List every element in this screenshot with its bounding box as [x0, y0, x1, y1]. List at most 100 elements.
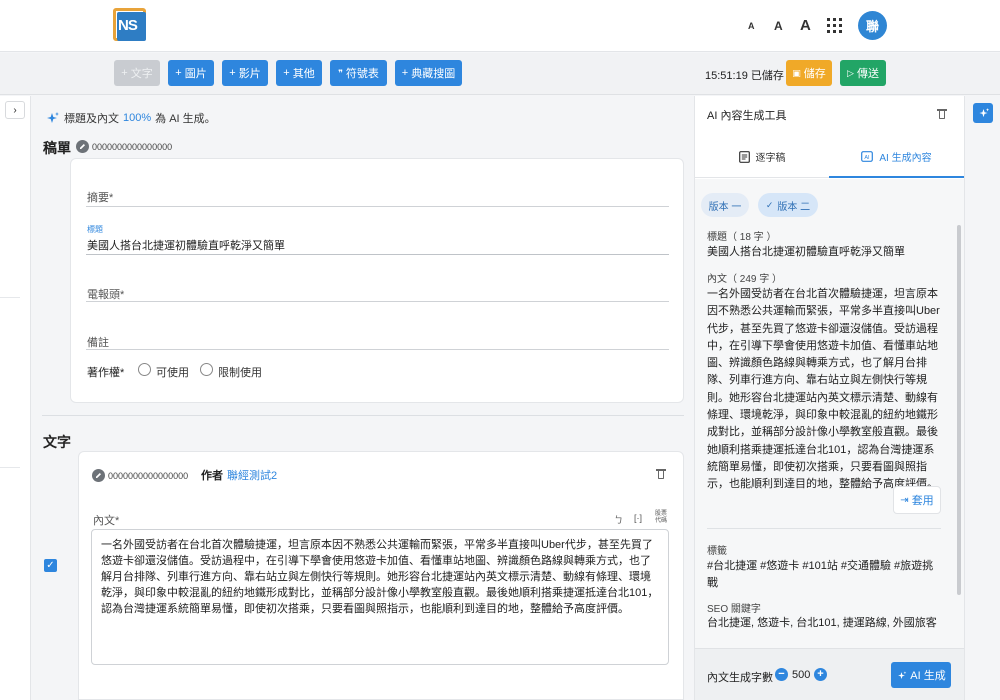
- tags-value: #台北捷運 #悠遊卡 #101站 #交通體驗 #旅遊挑戰: [707, 560, 934, 590]
- copyright-usable-label: 可使用: [156, 367, 189, 379]
- length-label: 內文生成字數: [707, 672, 773, 684]
- ai-sparkle-icon: [978, 108, 989, 118]
- logo-text: NS: [118, 17, 138, 34]
- ai-generated-note: 標題及內文 100% 為 AI 生成。: [44, 110, 216, 126]
- copyright-restricted-label: 限制使用: [218, 367, 262, 379]
- tab-transcript-label: 逐字稿: [755, 153, 786, 164]
- rail-divider: [0, 297, 20, 298]
- body-textarea[interactable]: 一名外國受訪者在台北首次體驗捷運，坦言原本因不熟悉公共運輸而緊張，平常多半直接叫…: [91, 529, 669, 665]
- panel-title-label: 標題（ 18 字 ）: [707, 232, 777, 243]
- text-section-title: 文字: [43, 434, 71, 450]
- telegram-label: 電報頭*: [87, 289, 125, 301]
- archive-search-label: 典藏搜圖: [411, 68, 456, 80]
- save-icon: ▣: [792, 67, 801, 78]
- add-video-button[interactable]: + 影片: [222, 60, 268, 86]
- summary-input[interactable]: [86, 206, 669, 207]
- add-text-button[interactable]: + 文字: [114, 60, 160, 86]
- apply-label: 套用: [911, 495, 934, 507]
- ai-panel-toggle-button[interactable]: [973, 103, 993, 123]
- app-logo[interactable]: NS: [113, 8, 146, 41]
- summary-label: 摘要*: [87, 192, 114, 204]
- add-other-button[interactable]: + 其他: [276, 60, 322, 86]
- top-header: NS A A A 聯: [0, 0, 1000, 52]
- pencil-icon[interactable]: [76, 140, 89, 153]
- panel-title-value: 美國人搭台北捷運初體驗直呼乾淨又簡單: [707, 246, 905, 258]
- author-label: 作者: [201, 470, 223, 482]
- length-decrease-button[interactable]: −: [775, 668, 788, 681]
- version-2-chip[interactable]: ✓ 版本 二: [758, 193, 818, 217]
- tab-ai-content-label: AI 生成內容: [879, 152, 932, 164]
- length-increase-button[interactable]: +: [814, 668, 827, 681]
- zhuyin-tool-icon[interactable]: ㄅ: [614, 513, 623, 526]
- send-label: 傳送: [856, 68, 879, 80]
- save-status: 15:51:19 已儲存: [705, 70, 784, 82]
- title-input[interactable]: 美國人搭台北捷運初體驗直呼乾淨又簡單: [87, 237, 285, 253]
- ai-note-suffix: 為 AI 生成。: [155, 113, 216, 125]
- pencil-icon[interactable]: [92, 469, 105, 482]
- telegram-input[interactable]: [86, 301, 669, 302]
- seo-label: SEO 關鍵字: [707, 604, 761, 615]
- add-other-label: 其他: [292, 68, 315, 80]
- copyright-restricted-radio[interactable]: [200, 363, 213, 376]
- seo-value: 台北捷運, 悠遊卡, 台北101, 捷運路線, 外國旅客: [707, 617, 937, 629]
- tab-transcript[interactable]: 逐字稿: [695, 136, 829, 178]
- tab-ai-content[interactable]: AI AI 生成內容: [829, 136, 964, 178]
- panel-divider: [707, 528, 941, 529]
- send-icon: ▷: [847, 67, 854, 78]
- version-1-chip[interactable]: 版本 一: [701, 193, 749, 217]
- draft-id: 0000000000000000: [76, 140, 172, 153]
- stock-code-tool[interactable]: 股票代碼: [655, 511, 667, 525]
- plus-icon: +: [121, 67, 128, 79]
- left-rail: [0, 96, 31, 700]
- save-button[interactable]: ▣ 儲存: [786, 60, 832, 86]
- font-size-medium-button[interactable]: A: [774, 19, 783, 33]
- add-image-label: 圖片: [184, 68, 207, 80]
- ai-generate-label: AI 生成: [910, 670, 946, 682]
- send-button[interactable]: ▷ 傳送: [840, 60, 886, 86]
- apply-button[interactable]: ⇥ 套用: [893, 486, 941, 514]
- panel-scrollbar[interactable]: [957, 225, 961, 595]
- add-video-label: 影片: [238, 68, 261, 80]
- draft-id-text: 0000000000000000: [92, 141, 173, 152]
- title-mini-label: 標題: [87, 225, 103, 234]
- ai-note-percent: 100%: [123, 112, 152, 124]
- add-image-button[interactable]: + 圖片: [168, 60, 214, 86]
- symbol-table-button[interactable]: ❞ 符號表: [330, 60, 387, 86]
- copyright-label: 著作權*: [87, 367, 125, 379]
- user-avatar[interactable]: 聯: [858, 11, 887, 40]
- ai-sparkle-icon: [47, 112, 59, 123]
- symbol-table-label: 符號表: [345, 68, 379, 80]
- bracket-tool-icon[interactable]: [·]: [634, 513, 642, 523]
- apps-grid-icon[interactable]: [827, 18, 842, 33]
- copyright-usable-radio[interactable]: [138, 363, 151, 376]
- svg-text:AI: AI: [865, 154, 871, 160]
- check-icon: ✓: [765, 199, 774, 210]
- plus-icon: +: [175, 67, 182, 79]
- plus-icon: +: [283, 67, 290, 79]
- ai-generate-button[interactable]: AI 生成: [891, 662, 951, 688]
- panel-title: AI 內容生成工具: [707, 110, 787, 122]
- text-block-id: 0000000000000000: [92, 469, 188, 482]
- plus-icon: +: [401, 67, 409, 79]
- quote-icon: ❞: [338, 67, 343, 78]
- panel-trash-icon[interactable]: [937, 108, 947, 119]
- document-icon: [738, 150, 750, 163]
- font-size-large-button[interactable]: A: [800, 17, 811, 34]
- right-rail: [966, 96, 1000, 700]
- body-label: 內文*: [93, 515, 120, 527]
- panel-body-label: 內文（ 249 字 ）: [707, 274, 783, 285]
- save-label: 儲存: [803, 68, 826, 80]
- apply-icon: ⇥: [900, 494, 909, 506]
- font-size-small-button[interactable]: A: [748, 21, 755, 31]
- author-name-link[interactable]: 聯經測試2: [227, 467, 277, 483]
- archive-search-button[interactable]: + 典藏搜圖: [395, 60, 462, 86]
- notes-input[interactable]: [86, 349, 669, 350]
- draft-section-title: 稿單: [43, 140, 71, 156]
- editor-toolbar: + 文字 + 圖片 + 影片 + 其他 ❞ 符號表 + 典藏搜圖 15:51:19 已儲存 …: [0, 53, 1000, 95]
- text-block-checkbox[interactable]: ✓: [44, 559, 57, 572]
- plus-icon: +: [229, 67, 236, 79]
- panel-body-text: 一名外國受訪者在台北首次體驗捷運，坦言原本因不熟悉公共運輸而緊張，平常多半直接叫…: [707, 288, 940, 491]
- trash-icon[interactable]: [656, 468, 666, 479]
- ai-note-prefix: 標題及內文: [64, 113, 119, 125]
- expand-chevron-icon[interactable]: ›: [5, 101, 25, 119]
